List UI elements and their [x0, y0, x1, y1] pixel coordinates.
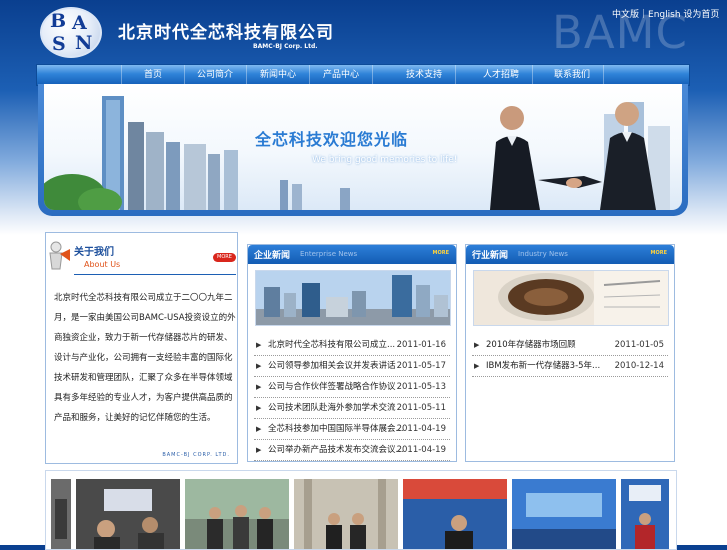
news-item-title[interactable]: 全芯科技参加中国国际半导体展会... — [268, 424, 404, 434]
industry-news-subtitle: Industry News — [518, 250, 568, 258]
news-item-date: 2011-04-19 — [396, 424, 446, 434]
industry-news-more-link[interactable]: MORE — [651, 250, 668, 256]
nav-item-jobs[interactable]: 人才招聘 — [470, 65, 533, 85]
industry-news-header: 行业新闻 Industry News MORE — [466, 245, 674, 264]
news-item[interactable]: ▶ 公司举办新产品技术发布交流会议... 2011-04-19 — [254, 440, 450, 461]
about-footer-mark: BAMC-BJ CORP. LTD. — [162, 452, 230, 458]
about-panel: 关于我们 About Us MORE 北京时代全芯科技有限公司成立于二〇〇九年二… — [45, 232, 238, 464]
gallery-photo[interactable] — [185, 479, 289, 549]
news-item-title[interactable]: 公司技术团队赴海外参加学术交流 — [268, 403, 396, 413]
enterprise-news-header: 企业新闻 Enterprise News MORE — [248, 245, 456, 264]
enterprise-news-image — [255, 270, 451, 326]
news-item-date: 2011-01-16 — [396, 340, 446, 350]
nav-item-support[interactable]: 技术支持 — [393, 65, 456, 85]
industry-news-title: 行业新闻 — [472, 251, 509, 261]
arrow-bullet-icon: ▶ — [256, 383, 262, 391]
language-links: 中文版｜English 设为首页 — [612, 7, 719, 20]
logo-letter: N — [75, 32, 93, 54]
news-item-date: 2011-01-05 — [614, 340, 664, 350]
arrow-bullet-icon: ▶ — [474, 341, 480, 349]
arrow-bullet-icon: ▶ — [256, 404, 262, 412]
news-item[interactable]: ▶ 北京时代全芯科技有限公司成立... 2011-01-16 — [254, 335, 450, 356]
arrow-bullet-icon: ▶ — [256, 446, 262, 454]
nav-item-news[interactable]: 新闻中心 — [247, 65, 310, 85]
set-homepage-link[interactable]: 设为首页 — [683, 10, 719, 20]
arrow-bullet-icon: ▶ — [256, 362, 262, 370]
news-item-date: 2011-05-17 — [396, 361, 446, 371]
news-item[interactable]: ▶ 公司与合作伙伴签署战略合作协议 2011-05-13 — [254, 377, 450, 398]
enterprise-news-list: ▶ 北京时代全芯科技有限公司成立... 2011-01-16 ▶ 公司领导参加相关会议… — [254, 335, 450, 461]
news-item-title[interactable]: IBM发布新一代存储器3-5年... — [486, 361, 600, 371]
gallery-photo[interactable] — [76, 479, 180, 549]
gallery-photo[interactable] — [621, 479, 669, 549]
invest-cup-image — [474, 271, 668, 325]
logo-letter: B — [50, 10, 67, 32]
lang-separator: ｜ — [639, 10, 649, 20]
lang-link-chinese[interactable]: 中文版 — [612, 10, 639, 20]
photo-strip — [45, 470, 677, 550]
about-title-en: About Us — [84, 260, 121, 269]
banner: 全芯科技欢迎您光临 We bring good memories to life… — [44, 84, 682, 210]
enterprise-news-subtitle: Enterprise News — [300, 250, 358, 258]
news-item-title[interactable]: 2010年存储器市场回顾 — [486, 340, 576, 350]
about-divider — [74, 274, 236, 275]
enterprise-news-title: 企业新闻 — [254, 251, 291, 261]
news-item-date: 2011-05-11 — [396, 403, 446, 413]
megaphone-icon — [49, 241, 70, 270]
industry-news-list: ▶ 2010年存储器市场回顾 2011-01-05 ▶ IBM发布新一代存储器3-5年… — [472, 335, 668, 377]
about-more-button[interactable]: MORE — [213, 253, 236, 262]
arrow-bullet-icon: ▶ — [256, 425, 262, 433]
news-item[interactable]: ▶ 全芯科技参加中国国际半导体展会... 2011-04-19 — [254, 419, 450, 440]
main-nav: 首页 公司简介 新闻中心 产品中心 技术支持 人才招聘 联系我们 — [36, 64, 690, 86]
news-item[interactable]: ▶ 公司领导参加相关会议并发表讲话 2011-05-17 — [254, 356, 450, 377]
news-item-title[interactable]: 公司领导参加相关会议并发表讲话 — [268, 361, 396, 371]
lang-link-english[interactable]: English — [648, 10, 681, 20]
gallery-photo[interactable] — [512, 479, 616, 549]
banner-slogan-en: We bring good memories to life! — [312, 155, 458, 165]
nav-item-products[interactable]: 产品中心 — [310, 65, 373, 85]
industry-news-image — [473, 270, 669, 326]
gallery-photo[interactable] — [51, 479, 71, 549]
nav-item-home[interactable]: 首页 — [121, 65, 185, 85]
news-item[interactable]: ▶ 2010年存储器市场回顾 2011-01-05 — [472, 335, 668, 356]
news-item-title[interactable]: 公司与合作伙伴签署战略合作协议 — [268, 382, 396, 392]
arrow-bullet-icon: ▶ — [256, 341, 262, 349]
news-item[interactable]: ▶ 公司技术团队赴海外参加学术交流 2011-05-11 — [254, 398, 450, 419]
arrow-bullet-icon: ▶ — [474, 362, 480, 370]
company-logo[interactable]: B A S N — [40, 7, 102, 58]
banner-slogan-cn: 全芯科技欢迎您光临 — [255, 130, 409, 149]
company-name-cn: 北京时代全芯科技有限公司 — [118, 23, 334, 43]
about-title-cn: 关于我们 — [74, 247, 114, 258]
logo-letter: A — [72, 12, 87, 34]
news-item-date: 2010-12-14 — [614, 361, 664, 371]
gallery-photo[interactable] — [403, 479, 507, 549]
news-item-title[interactable]: 北京时代全芯科技有限公司成立... — [268, 340, 395, 350]
gallery-photo[interactable] — [294, 479, 398, 549]
news-item-date: 2011-04-19 — [396, 445, 446, 455]
nav-item-about[interactable]: 公司简介 — [184, 65, 247, 85]
banner-frame: 全芯科技欢迎您光临 We bring good memories to life… — [38, 84, 688, 216]
enterprise-news-more-link[interactable]: MORE — [433, 250, 450, 256]
news-item-title[interactable]: 公司举办新产品技术发布交流会议... — [268, 445, 404, 455]
city-skyline-image — [256, 271, 450, 325]
news-item-date: 2011-05-13 — [396, 382, 446, 392]
about-text: 北京时代全芯科技有限公司成立于二〇〇九年二月，是一家由美国公司BAMC-USA投… — [54, 293, 236, 423]
logo-letter: S — [52, 33, 66, 55]
enterprise-news-panel: 企业新闻 Enterprise News MORE ▶ 北京时代全芯科技有限公司成… — [247, 244, 457, 462]
company-name-en: BAMC-BJ Corp. Ltd. — [253, 43, 318, 50]
nav-item-contact[interactable]: 联系我们 — [541, 65, 604, 85]
news-item[interactable]: ▶ IBM发布新一代存储器3-5年... 2010-12-14 — [472, 356, 668, 377]
industry-news-panel: 行业新闻 Industry News MORE ▶ 2010年存储器市场回顾 201… — [465, 244, 675, 462]
